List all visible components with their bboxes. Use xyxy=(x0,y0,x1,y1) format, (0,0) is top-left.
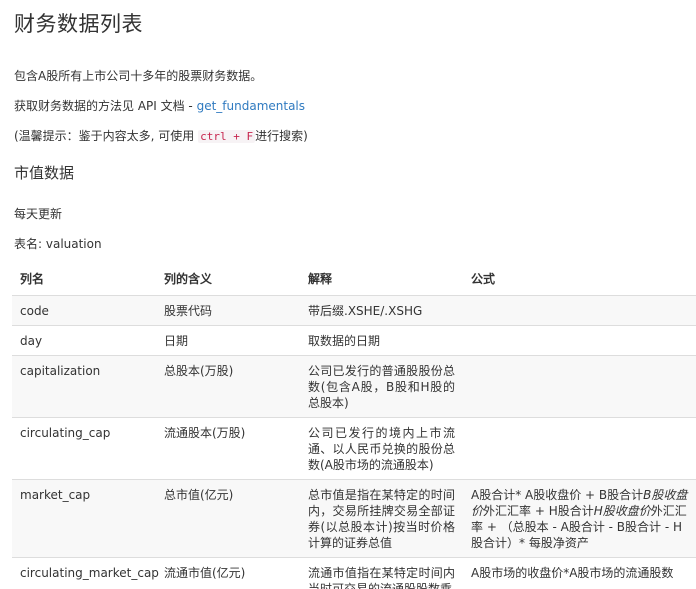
api-doc-prefix: 获取财务数据的方法见 API 文档 - xyxy=(14,99,197,113)
table-row: market_cap 总市值(亿元) 总市值是指在某特定的时间内，交易所挂牌交易… xyxy=(12,479,696,558)
intro-text: 包含A股所有上市公司十多年的股票财务数据。 xyxy=(14,69,263,83)
header-explanation: 解释 xyxy=(308,272,333,286)
cell-explanation: 带后缀.XSHE/.XSHG xyxy=(300,295,463,326)
cell-meaning: 总股本(万股) xyxy=(156,355,300,418)
valuation-table: 列名 列的含义 解释 公式 code 股票代码 带后缀.XSHE/.XSHG d… xyxy=(12,262,696,589)
header-formula: 公式 xyxy=(471,272,496,286)
cell-formula xyxy=(463,325,696,356)
cell-column-name: day xyxy=(12,325,156,356)
cell-column-name: capitalization xyxy=(12,355,156,418)
table-row: circulating_market_cap 流通市值(亿元) 流通市值指在某特… xyxy=(12,557,696,589)
tip-prefix: (温馨提示：鉴于内容太多, 可使用 xyxy=(14,129,199,143)
cell-column-name: code xyxy=(12,295,156,326)
table-header-row: 列名 列的含义 解释 公式 xyxy=(12,262,696,296)
cell-formula xyxy=(463,295,696,326)
cell-meaning: 流通市值(亿元) xyxy=(156,557,300,589)
cell-explanation: 取数据的日期 xyxy=(300,325,463,356)
cell-column-name: circulating_cap xyxy=(12,417,156,480)
cell-meaning: 股票代码 xyxy=(156,295,300,326)
formula-part: A股合计* A股收盘价 + B股合计 xyxy=(471,488,644,502)
cell-explanation: 流通市值指在某特定时间内当时可交易的流通股股数乘 xyxy=(300,557,463,589)
tip-suffix: 进行搜索) xyxy=(255,129,308,143)
cell-explanation: 公司已发行的境内上市流通、以人民币兑换的股份总数(A股市场的流通股本) xyxy=(300,417,463,480)
cell-column-name: circulating_market_cap xyxy=(12,557,159,589)
get-fundamentals-link[interactable]: get_fundamentals xyxy=(197,99,305,113)
cell-meaning: 日期 xyxy=(156,325,300,356)
header-meaning: 列的含义 xyxy=(164,272,213,286)
cell-formula xyxy=(463,355,696,418)
table-row: day 日期 取数据的日期 xyxy=(12,325,696,356)
page-title: 财务数据列表 xyxy=(14,12,143,36)
api-doc-line: 获取财务数据的方法见 API 文档 - get_fundamentals xyxy=(14,97,305,114)
table-row: capitalization 总股本(万股) 公司已发行的普通股股份总数(包含A… xyxy=(12,355,696,418)
formula-part: 外汇汇率 + H股合计 xyxy=(483,504,594,518)
table-name: 表名: valuation xyxy=(14,237,102,251)
tip-line: (温馨提示：鉴于内容太多, 可使用 ctrl + F 进行搜索) xyxy=(14,127,308,144)
table-row: code 股票代码 带后缀.XSHE/.XSHG xyxy=(12,295,696,326)
cell-formula: A股合计* A股收盘价 + B股合计B股收盘价外汇汇率 + H股合计H股收盘价外… xyxy=(463,479,696,558)
page: 财务数据列表 包含A股所有上市公司十多年的股票财务数据。 获取财务数据的方法见 … xyxy=(0,0,696,589)
header-column-name: 列名 xyxy=(20,272,45,286)
formula-part-italic: H股收盘价 xyxy=(593,504,651,518)
section-heading: 市值数据 xyxy=(14,164,75,182)
table-row: circulating_cap 流通股本(万股) 公司已发行的境内上市流通、以人… xyxy=(12,417,696,480)
cell-explanation: 公司已发行的普通股股份总数(包含A股，B股和H股的总股本) xyxy=(300,355,463,418)
cell-formula xyxy=(463,417,696,480)
cell-column-name: market_cap xyxy=(12,479,156,558)
cell-formula: A股市场的收盘价*A股市场的流通股数 xyxy=(463,557,696,589)
cell-meaning: 流通股本(万股) xyxy=(156,417,300,480)
shortcut-code: ctrl + F xyxy=(198,130,256,143)
update-frequency: 每天更新 xyxy=(14,207,63,221)
cell-meaning: 总市值(亿元) xyxy=(156,479,300,558)
cell-explanation: 总市值是指在某特定的时间内，交易所挂牌交易全部证券(以总股本计)按当时价格计算的… xyxy=(300,479,463,558)
